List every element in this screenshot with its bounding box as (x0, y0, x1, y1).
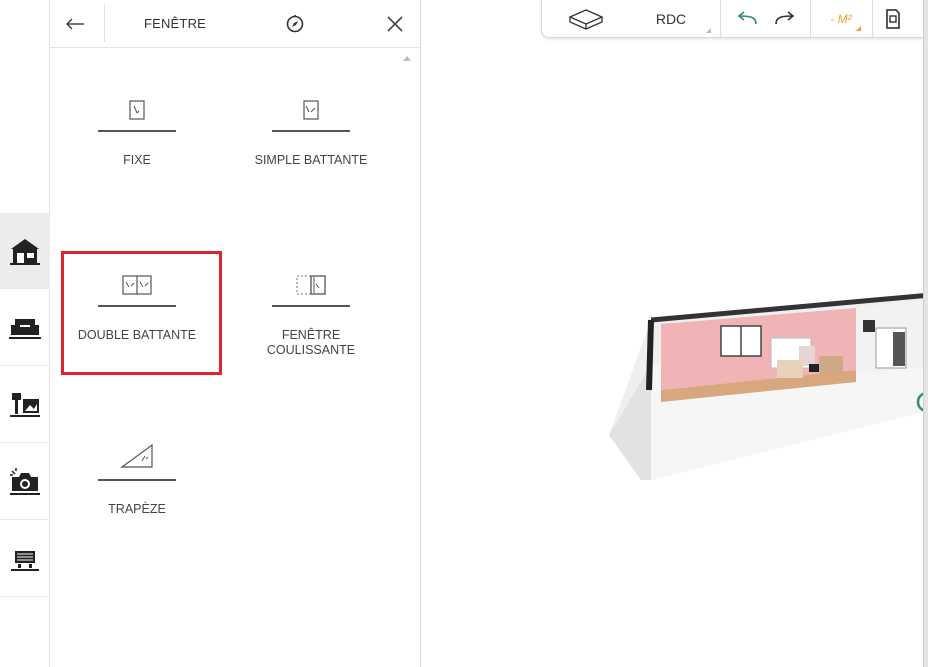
3d-box-icon (568, 8, 604, 30)
undo-icon (737, 10, 757, 24)
window-item-fenetre-coulissante[interactable]: FENÊTRE COULISSANTE (231, 263, 391, 413)
rail-item-furniture[interactable] (0, 290, 50, 366)
window-single-casement-icon (303, 100, 319, 120)
house-3d-model[interactable] (601, 290, 928, 490)
scroll-up-arrow[interactable] (403, 56, 411, 61)
level-label: RDC (655, 10, 687, 27)
panel-header: FENÊTRE (50, 0, 421, 48)
selection-highlight (61, 251, 222, 375)
surface-corner (856, 26, 861, 31)
orientation-button[interactable] (283, 12, 307, 36)
3d-viewport[interactable]: RDC - M² (421, 0, 928, 667)
view-mode-button[interactable] (556, 0, 616, 37)
viewport-edge (923, 0, 928, 667)
cart-icon (11, 550, 39, 571)
header-divider (104, 4, 105, 42)
rail-item-shopping[interactable] (0, 521, 50, 597)
plan-export-button[interactable] (878, 0, 908, 37)
close-icon (387, 16, 403, 32)
top-toolbar: RDC - M² (541, 0, 928, 38)
undo-button[interactable] (732, 0, 762, 37)
item-label: SIMPLE BATTANTE (254, 153, 368, 167)
compass-icon (286, 15, 304, 33)
window-item-fixe[interactable]: FIXE (57, 88, 217, 238)
item-label: FIXE (123, 153, 151, 167)
level-selector[interactable]: RDC (628, 0, 714, 37)
rail-item-decoration[interactable] (0, 367, 50, 443)
redo-button[interactable] (770, 0, 800, 37)
item-label: FENÊTRE COULISSANTE (266, 328, 356, 357)
wall-line (98, 130, 176, 132)
window-catalog-panel: FENÊTRE FIXE SIMPLE BATTANTE DOUBLE BATT… (50, 0, 421, 667)
window-sliding-icon (296, 275, 326, 295)
wall-line (272, 305, 350, 307)
window-trapeze-icon (120, 443, 153, 468)
window-fixed-icon (129, 100, 145, 120)
arrow-left-icon (65, 18, 84, 30)
item-label: TRAPÈZE (108, 502, 166, 516)
surface-label: - M² (830, 11, 852, 26)
category-rail (0, 0, 50, 667)
window-item-simple-battante[interactable]: SIMPLE BATTANTE (231, 88, 391, 238)
rail-item-construction[interactable] (0, 213, 50, 289)
sofa-icon (9, 318, 41, 339)
wall-line (272, 130, 350, 132)
panel-title: FENÊTRE (143, 16, 207, 31)
window-item-trapeze[interactable]: TRAPÈZE (57, 437, 217, 587)
dropdown-corner (706, 28, 711, 33)
lamp-frame-icon (10, 392, 40, 417)
panel-scrollbar[interactable] (400, 50, 414, 660)
wall-line (98, 479, 176, 481)
rail-item-photo[interactable] (0, 444, 50, 520)
redo-icon (775, 10, 795, 24)
surface-button[interactable]: - M² (816, 0, 866, 37)
house-icon (10, 238, 40, 265)
close-button[interactable] (382, 11, 408, 37)
back-button[interactable] (60, 10, 90, 38)
document-icon (886, 8, 900, 29)
camera-icon (10, 467, 40, 495)
